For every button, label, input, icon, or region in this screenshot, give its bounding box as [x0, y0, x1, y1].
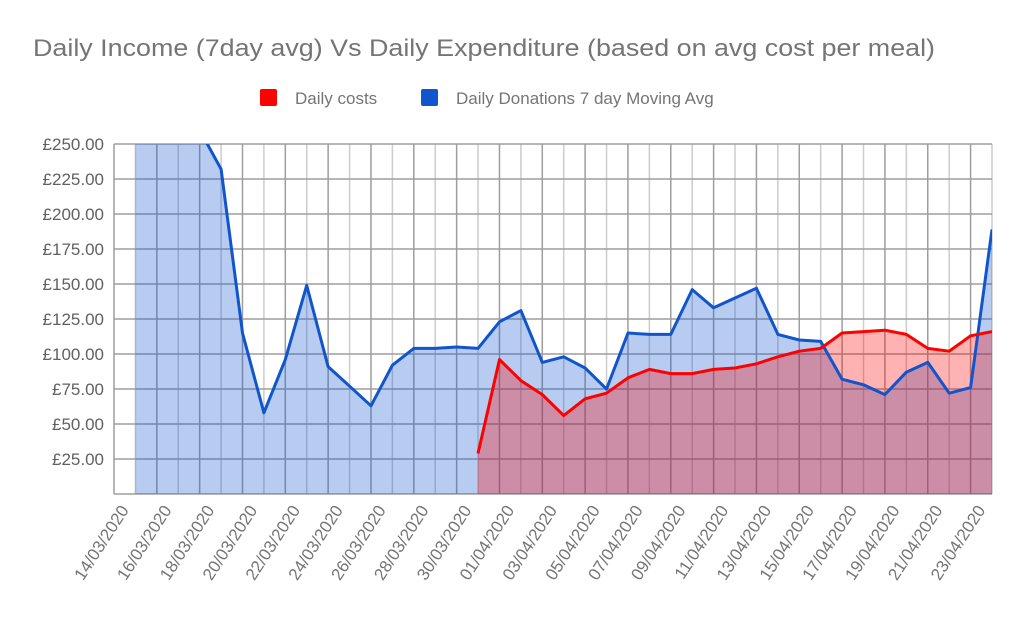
x-axis-ticks: 14/03/202016/03/202018/03/202020/03/2020… [70, 502, 989, 584]
y-tick-label: £25.00 [52, 450, 104, 469]
y-tick-label: £150.00 [43, 275, 104, 294]
y-tick-label: £125.00 [43, 310, 104, 329]
y-tick-label: £75.00 [52, 380, 104, 399]
y-tick-label: £200.00 [43, 205, 104, 224]
chart-title: Daily Income (7day avg) Vs Daily Expendi… [33, 35, 935, 62]
legend-label: Daily costs [295, 89, 377, 108]
y-axis-ticks: £25.00 £50.00 £75.00 £100.00 £125.00 £150.00 £… [43, 135, 104, 469]
y-tick-label: £225.00 [43, 170, 104, 189]
legend-swatch-red [260, 89, 277, 106]
legend: Daily costs Daily Donations 7 day Moving… [260, 89, 714, 108]
legend-item-daily-donations[interactable]: Daily Donations 7 day Moving Avg [421, 89, 714, 108]
y-tick-label: £250.00 [43, 135, 104, 154]
legend-item-daily-costs[interactable]: Daily costs [260, 89, 377, 108]
legend-label: Daily Donations 7 day Moving Avg [456, 89, 714, 108]
y-tick-label: £50.00 [52, 415, 104, 434]
legend-swatch-blue [421, 89, 438, 106]
y-tick-label: £175.00 [43, 240, 104, 259]
y-tick-label: £100.00 [43, 345, 104, 364]
chart: Daily Income (7day avg) Vs Daily Expendi… [33, 35, 993, 584]
